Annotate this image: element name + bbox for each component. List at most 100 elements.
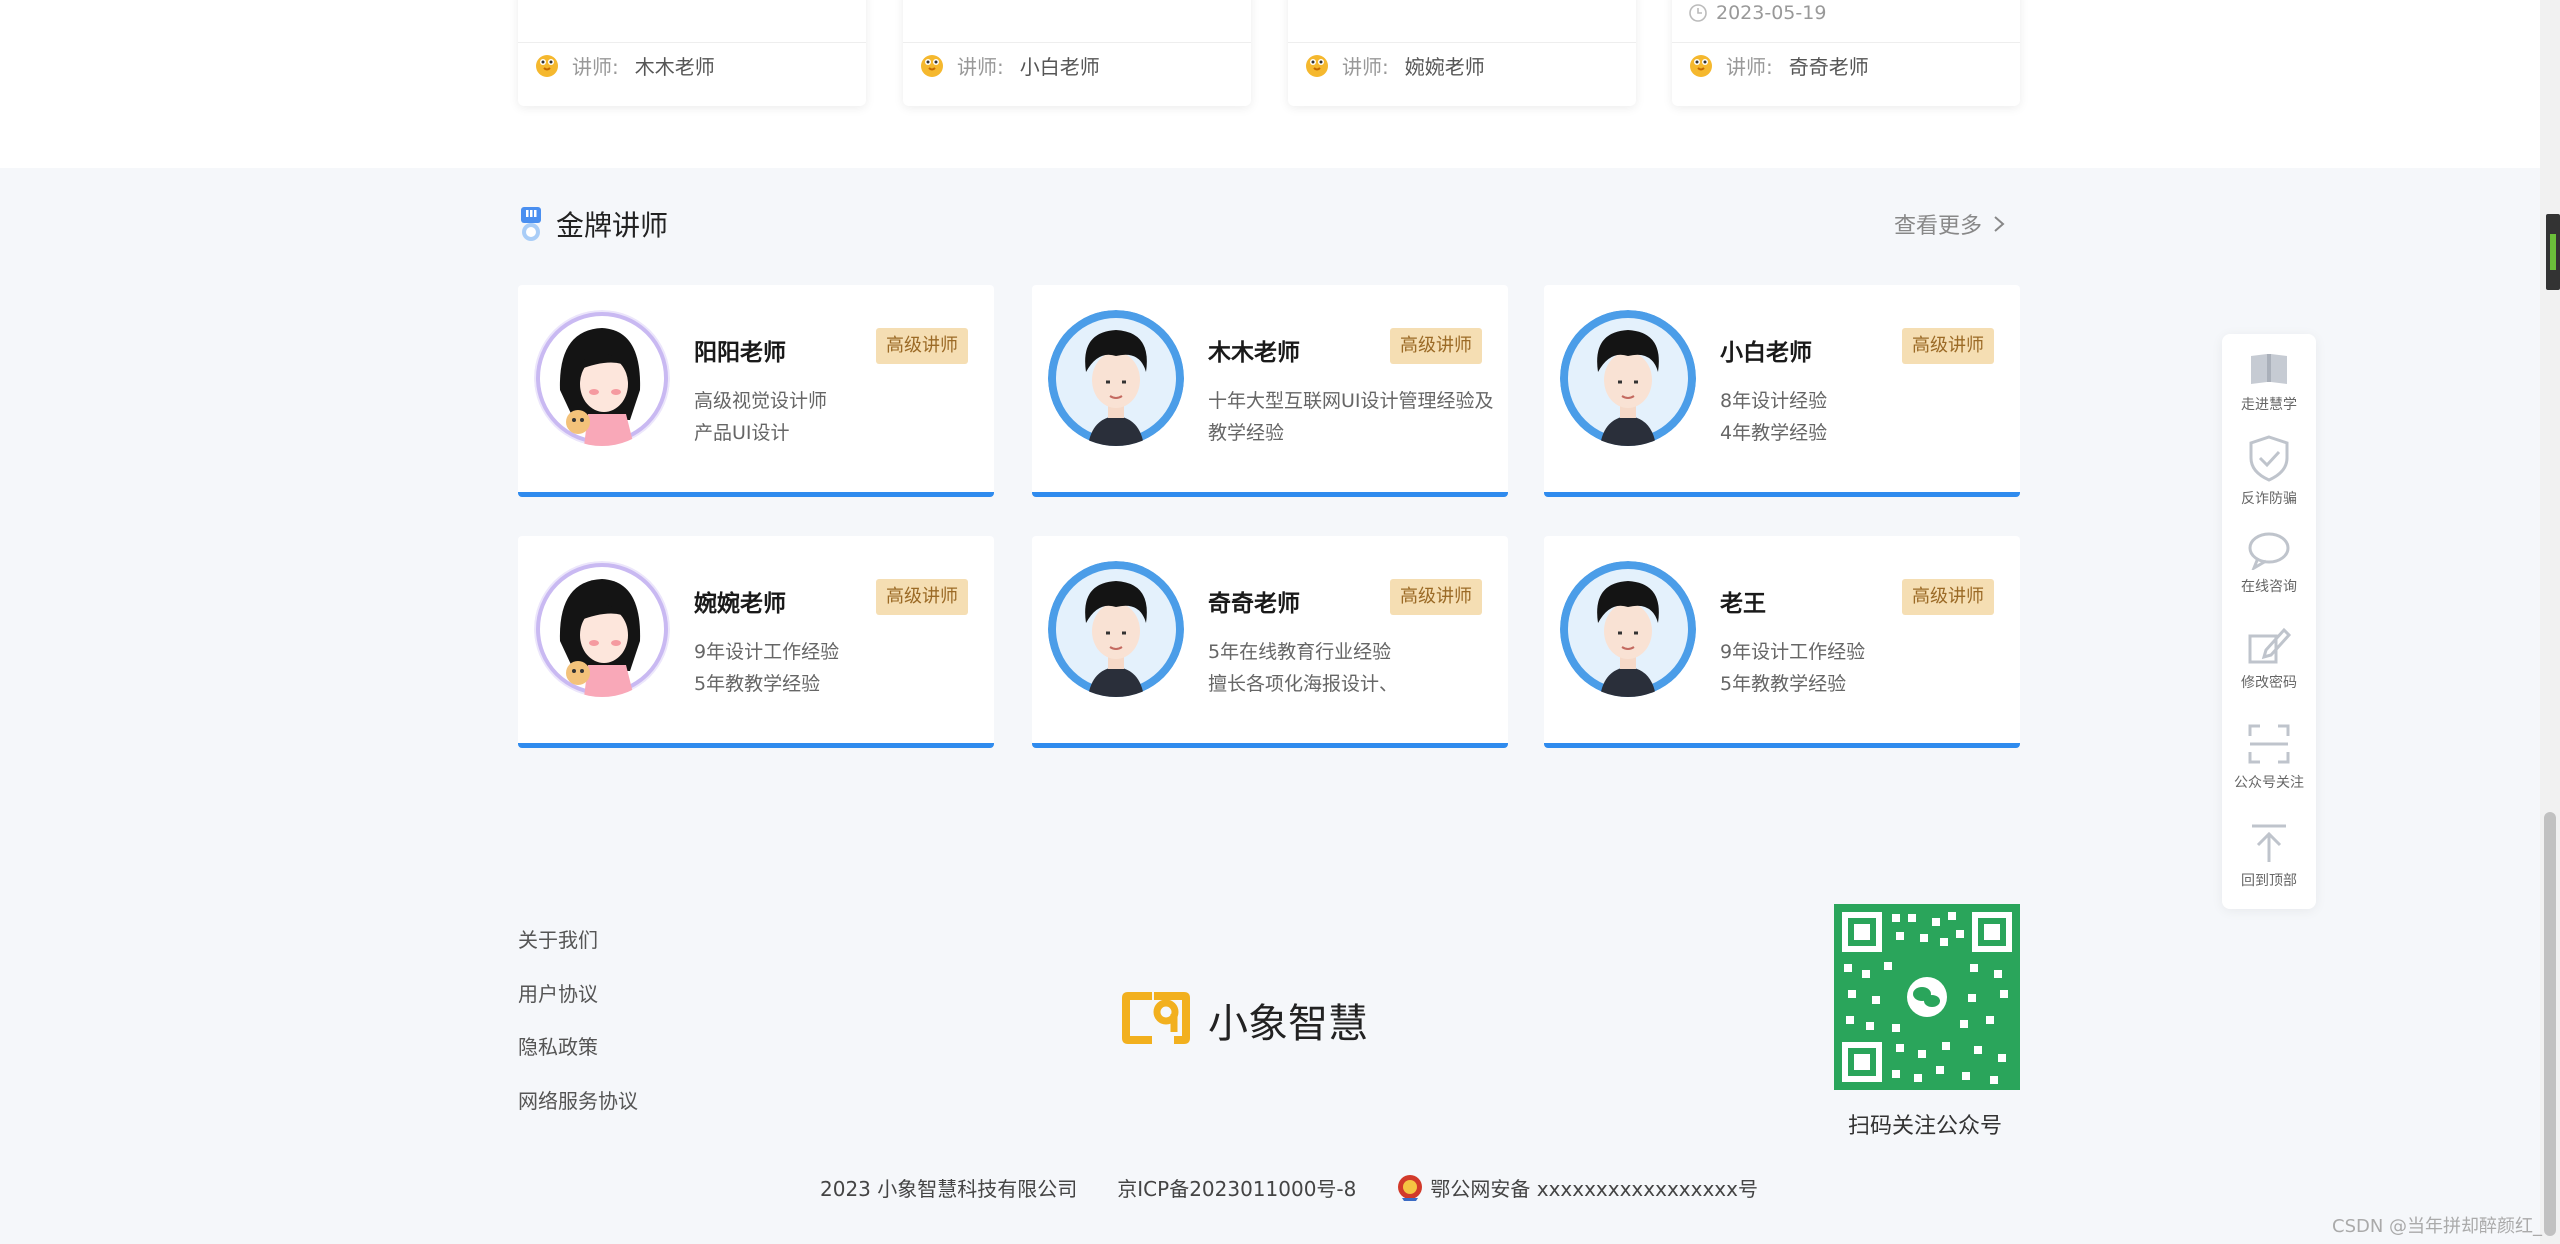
teacher-desc: 9年设计工作经验 5年教教学经验 <box>1720 636 2010 700</box>
teacher-name: 奇奇老师 <box>1788 54 1869 79</box>
teacher-desc-line: 9年设计工作经验 <box>694 641 840 663</box>
chick-avatar-icon <box>1690 55 1712 77</box>
police-record-text: 鄂公网安备 xxxxxxxxxxxxxxxxx号 <box>1430 1176 1758 1201</box>
teacher-label: 讲师: <box>1726 54 1773 79</box>
teacher-avatar-female <box>534 310 670 446</box>
teacher-name: 婉婉老师 <box>694 591 786 617</box>
footer-link-service[interactable]: 网络服务协议 <box>518 1083 638 1137</box>
footer-bottom: 2023 小象智慧科技有限公司 京ICP备2023011000号-8 鄂公网安备… <box>820 1172 1838 1202</box>
teacher-card[interactable]: 木木老师 高级讲师 十年大型互联网UI设计管理经验及 教学经验 <box>1032 285 1508 497</box>
course-date-text: 2023-05-19 <box>1716 2 1827 24</box>
watermark: CSDN @当年拼却醉颜红_ <box>2332 1216 2543 1237</box>
book-icon <box>2251 354 2287 384</box>
teacher-desc-line: 4年教学经验 <box>1720 422 1828 444</box>
chick-avatar-icon <box>921 55 943 77</box>
teacher-name: 小白老师 <box>1019 54 1100 79</box>
scan-icon <box>2248 724 2290 764</box>
teacher-desc-line: 5年教教学经验 <box>694 673 821 695</box>
chat-icon <box>2248 532 2290 570</box>
teacher-desc-line: 十年大型互联网UI设计管理经验及 <box>1208 390 1494 412</box>
side-item-consult[interactable]: 在线咨询 <box>2222 530 2316 596</box>
card-divider <box>903 42 1251 43</box>
teacher-badge: 高级讲师 <box>876 579 968 615</box>
teacher-desc: 5年在线教育行业经验 擅长各项化海报设计、 <box>1208 636 1498 700</box>
elephant-logo-icon <box>1122 992 1190 1044</box>
teacher-name: 木木老师 <box>1208 340 1300 366</box>
teacher-name: 婉婉老师 <box>1404 54 1485 79</box>
chick-avatar-icon <box>536 55 558 77</box>
side-item-label: 修改密码 <box>2241 675 2297 691</box>
chick-avatar-icon <box>1306 55 1328 77</box>
teacher-badge: 高级讲师 <box>876 328 968 364</box>
edit-icon <box>2248 627 2292 664</box>
course-card[interactable]: 讲师: 婉婉老师 <box>1288 0 1636 106</box>
logo-text: 小象智慧 <box>1208 1001 1368 1047</box>
footer-logo: 小象智慧 <box>1118 990 1368 1050</box>
teacher-desc-line: 高级视觉设计师 <box>694 390 828 412</box>
teacher-avatar-male <box>1560 310 1696 446</box>
arrow-up-icon <box>2252 824 2286 862</box>
teacher-desc-line: 5年在线教育行业经验 <box>1208 641 1392 663</box>
teacher-desc-line: 5年教教学经验 <box>1720 673 1847 695</box>
course-date: 2023-05-19 <box>1688 2 1826 24</box>
qr-code <box>1834 904 2020 1090</box>
teacher-label: 讲师: <box>957 54 1004 79</box>
teacher-card[interactable]: 小白老师 高级讲师 8年设计经验 4年教学经验 <box>1544 285 2020 497</box>
side-item-wechat[interactable]: 公众号关注 <box>2222 722 2316 792</box>
medal-icon <box>521 207 541 241</box>
teacher-desc: 9年设计工作经验 5年教教学经验 <box>694 636 984 700</box>
side-item-label: 公众号关注 <box>2234 775 2304 791</box>
card-divider <box>518 42 866 43</box>
teacher-badge: 高级讲师 <box>1390 579 1482 615</box>
teacher-card[interactable]: 婉婉老师 高级讲师 9年设计工作经验 5年教教学经验 <box>518 536 994 748</box>
teacher-badge: 高级讲师 <box>1902 579 1994 615</box>
teacher-name: 阳阳老师 <box>694 340 786 366</box>
shield-check-icon <box>2249 435 2289 482</box>
police-badge-icon <box>1398 1175 1423 1201</box>
teacher-card[interactable]: 阳阳老师 高级讲师 高级视觉设计师 产品UI设计 <box>518 285 994 497</box>
side-item-password[interactable]: 修改密码 <box>2222 624 2316 692</box>
side-item-label: 走进慧学 <box>2241 397 2297 413</box>
clock-icon <box>1689 4 1707 22</box>
course-teacher-row: 讲师: 奇奇老师 <box>1686 48 1869 82</box>
teacher-name: 木木老师 <box>634 54 715 79</box>
teacher-desc-line: 教学经验 <box>1208 422 1285 444</box>
view-more-label: 查看更多 <box>1894 214 1983 239</box>
scrollbar-thumb[interactable] <box>2544 812 2556 1236</box>
qr-caption: 扫码关注公众号 <box>1848 1114 2003 1139</box>
side-item-label: 反诈防骗 <box>2241 491 2297 507</box>
footer-link-terms[interactable]: 用户协议 <box>518 976 638 1030</box>
police-record[interactable]: 鄂公网安备 xxxxxxxxxxxxxxxxx号 <box>1396 1172 1798 1202</box>
side-item-label: 在线咨询 <box>2241 579 2297 595</box>
teacher-name: 老王 <box>1720 591 1766 617</box>
teacher-desc: 高级视觉设计师 产品UI设计 <box>694 385 984 449</box>
course-card[interactable]: 讲师: 木木老师 <box>518 0 866 106</box>
icp-link[interactable]: 京ICP备2023011000号-8 <box>1117 1173 1356 1202</box>
teacher-desc: 8年设计经验 4年教学经验 <box>1720 385 2010 449</box>
teacher-name: 奇奇老师 <box>1208 591 1300 617</box>
teacher-desc-line: 产品UI设计 <box>694 422 790 444</box>
footer-link-privacy[interactable]: 隐私政策 <box>518 1029 638 1083</box>
teacher-desc-line: 8年设计经验 <box>1720 390 1828 412</box>
side-item-back-top[interactable]: 回到顶部 <box>2222 822 2316 890</box>
view-more-link[interactable]: 查看更多 <box>1894 208 2006 240</box>
side-item-label: 回到顶部 <box>2241 873 2297 889</box>
section-title: 金牌讲师 <box>518 204 668 244</box>
teacher-card[interactable]: 老王 高级讲师 9年设计工作经验 5年教教学经验 <box>1544 536 2020 748</box>
scroll-marker <box>2546 214 2560 290</box>
chevron-right-icon <box>1994 216 2005 232</box>
course-card[interactable]: 2023-05-19 讲师: 奇奇老师 <box>1672 0 2020 106</box>
teacher-desc-line: 9年设计工作经验 <box>1720 641 1866 663</box>
course-card[interactable]: 讲师: 小白老师 <box>903 0 1251 106</box>
side-item-antifraud[interactable]: 反诈防骗 <box>2222 434 2316 508</box>
teacher-badge: 高级讲师 <box>1902 328 1994 364</box>
teacher-desc-line: 擅长各项化海报设计、 <box>1208 673 1399 695</box>
teacher-avatar-male <box>1048 310 1184 446</box>
teacher-card[interactable]: 奇奇老师 高级讲师 5年在线教育行业经验 擅长各项化海报设计、 <box>1032 536 1508 748</box>
footer-link-about[interactable]: 关于我们 <box>518 922 638 976</box>
course-strip: 讲师: 木木老师 讲师: 小白老师 讲师: 婉婉老师 2023-05-19 讲师… <box>0 0 2540 168</box>
teacher-badge: 高级讲师 <box>1390 328 1482 364</box>
copyright-text: 2023 小象智慧科技有限公司 <box>820 1176 1078 1201</box>
side-item-about[interactable]: 走进慧学 <box>2222 350 2316 414</box>
teacher-label: 讲师: <box>1342 54 1389 79</box>
